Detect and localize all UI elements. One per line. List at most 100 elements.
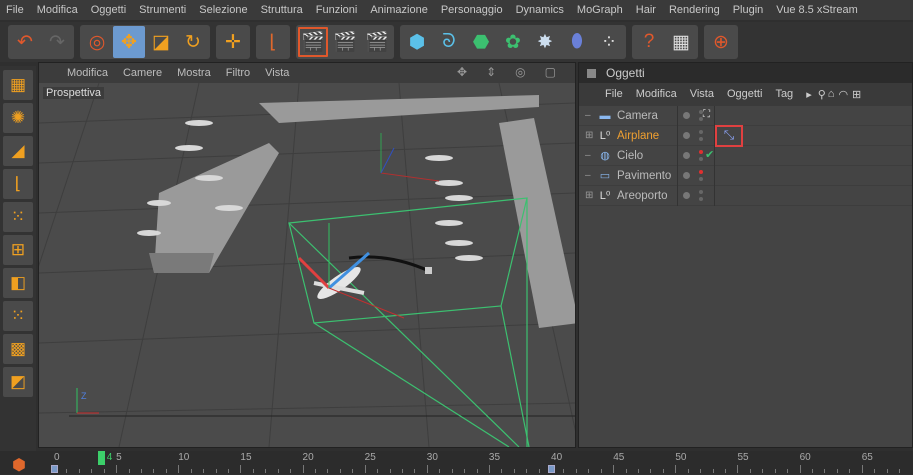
layer-dot[interactable] [683,151,690,159]
menu-8[interactable]: Personaggio [441,4,503,16]
object-axis-button[interactable]: ⌊ [3,169,33,199]
move-button[interactable]: ✥ [113,26,145,58]
polygons-button[interactable]: ◧ [3,268,33,298]
om-menu-vista[interactable]: Vista [690,88,714,100]
menu-10[interactable]: MoGraph [577,4,623,16]
menu-bar: File Modifica Oggetti Strumenti Selezione Str… [0,0,913,20]
undo-button[interactable]: ↶ [9,26,41,58]
particles-button[interactable]: ⁘ [593,26,625,58]
menu-11[interactable]: Hair [636,4,656,16]
select-button[interactable]: ◎ [81,26,113,58]
home-icon[interactable]: ⌂ [828,88,835,100]
timeline-ruler[interactable]: 0 5 10 15 20 25 30 35 40 45 50 55 60 65 4 [48,451,913,474]
workplane-button[interactable]: ◩ [3,367,33,397]
render-visibility-dot[interactable] [699,176,703,181]
array-button[interactable]: ✿ [497,26,529,58]
object-row-cielo[interactable]: – ◍ Cielo ✔ [579,145,912,166]
render-settings-button[interactable]: 🎬 [361,26,393,58]
deformer-button[interactable]: ✸ [529,26,561,58]
nurbs-button[interactable]: ⬣ [465,26,497,58]
viewport-menu-mostra[interactable]: Mostra [177,67,211,79]
om-menu-file[interactable]: File [605,88,623,100]
object-name-cell[interactable]: ⊞ L⁰ Areoporto [579,189,677,203]
timeline[interactable]: ⬢ 0 5 10 15 20 25 30 35 40 45 50 55 60 65 4 [0,451,913,474]
spline-button[interactable]: ᘐ [433,26,465,58]
object-row-airplane[interactable]: ⊞ L⁰ Airplane ⤡ [579,125,912,147]
expand-icon[interactable]: ⊞ [585,130,597,141]
render-visibility-dot[interactable] [699,156,703,161]
viewport-menu-filtro[interactable]: Filtro [226,67,250,79]
layer-dot[interactable] [683,111,690,119]
menu-3[interactable]: Strumenti [139,4,186,16]
om-menu-oggetti[interactable]: Oggetti [727,88,762,100]
camera-target-tag-icon[interactable]: ⛶ [703,109,710,120]
points-button[interactable]: ⁙ [3,202,33,232]
viewport-menu-vista[interactable]: Vista [265,67,289,79]
edges-button[interactable]: ⊞ [3,235,33,265]
axis-move-button[interactable]: ✛ [217,26,249,58]
menu-4[interactable]: Selezione [199,4,247,16]
object-row-areoporto[interactable]: ⊞ L⁰ Areoporto [579,185,912,206]
menu-5[interactable]: Struttura [261,4,303,16]
render-view-button[interactable]: 🎬 [297,26,329,58]
menu-9[interactable]: Dynamics [516,4,564,16]
floor-button[interactable]: ⬮ [561,26,593,58]
menu-6[interactable]: Funzioni [316,4,358,16]
object-name-cell[interactable]: ⊞ L⁰ Airplane [579,129,677,143]
range-end-marker[interactable] [548,465,556,473]
model-button[interactable]: ◢ [3,136,33,166]
texture-button[interactable]: ▩ [3,334,33,364]
render-visibility-dot[interactable] [699,196,703,201]
enabled-check-icon[interactable]: ✔ [705,148,714,161]
table-help-button[interactable]: ▦ [665,26,697,58]
editor-visibility-dot[interactable] [699,189,703,194]
menu-14[interactable]: Vue 8.5 xStream [776,4,858,16]
uvw-button[interactable]: ⁙ [3,301,33,331]
range-start-marker[interactable] [51,465,58,473]
layer-dot[interactable] [683,131,690,139]
render-visibility-dot[interactable] [699,136,703,141]
editor-visibility-dot[interactable] [699,129,703,134]
menu-13[interactable]: Plugin [733,4,764,16]
sculpt-button[interactable]: ✺ [3,103,33,133]
help-button[interactable]: ? [633,26,665,58]
orbit-icon[interactable]: ◎ [515,65,525,79]
object-name-cell[interactable]: – ▭ Pavimento [579,169,677,183]
scale-button[interactable]: ◪ [145,26,177,58]
object-row-camera[interactable]: – ▬ Camera ⛶ [579,105,912,126]
layout-button[interactable]: ▦ [3,70,33,100]
om-menu-tag[interactable]: Tag [775,88,793,100]
playhead[interactable] [97,451,105,465]
new-window-icon[interactable]: ⊞ [852,88,861,101]
object-name-cell[interactable]: – ▬ Camera [579,110,677,122]
maximize-icon[interactable]: ▢ [545,65,556,79]
zoom-icon[interactable]: ⇕ [486,65,496,79]
menu-0[interactable]: File [6,4,24,16]
coordinate-system-button[interactable]: ⌊ [257,26,289,58]
editor-visibility-dot[interactable] [699,169,703,174]
om-menu-modifica[interactable]: Modifica [636,88,677,100]
align-to-spline-tag-icon[interactable]: ⤡ [715,125,743,147]
expand-icon[interactable]: ⊞ [585,190,597,201]
redo-button[interactable]: ↷ [41,26,73,58]
menu-7[interactable]: Animazione [370,4,427,16]
viewport-menu-camere[interactable]: Camere [123,67,162,79]
more-arrow-icon[interactable]: ▸ [806,88,812,101]
menu-2[interactable]: Oggetti [91,4,126,16]
cube-button[interactable]: ⬢ [401,26,433,58]
eye-icon[interactable]: ◠ [838,88,848,101]
menu-12[interactable]: Rendering [669,4,720,16]
viewport-perspective[interactable]: Modifica Camere Mostra Filtro Vista ✥ ⇕ … [38,62,576,448]
object-name-cell[interactable]: – ◍ Cielo [579,149,677,163]
object-row-pavimento[interactable]: – ▭ Pavimento [579,165,912,186]
layer-dot[interactable] [683,191,690,199]
rotate-button[interactable]: ↻ [177,26,209,58]
menu-1[interactable]: Modifica [37,4,78,16]
render-picture-button[interactable]: 🎬 [329,26,361,58]
viewport-menu-modifica[interactable]: Modifica [67,67,108,79]
editor-visibility-dot[interactable] [699,149,703,154]
search-icon[interactable]: ⚲ [818,88,826,101]
layer-dot[interactable] [683,171,690,179]
pan-icon[interactable]: ✥ [457,65,467,79]
globe-button[interactable]: ⊕ [705,26,737,58]
